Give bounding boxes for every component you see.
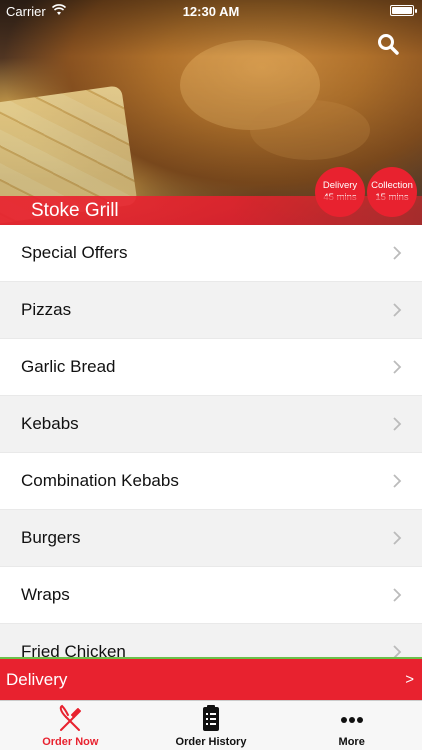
status-bar: Carrier 12:30 AM (0, 0, 422, 22)
delivery-badge-label: Delivery (322, 180, 358, 191)
chevron-right-icon (393, 303, 402, 317)
restaurant-name: Stoke Grill (31, 200, 119, 221)
tab-order-history[interactable]: Order History (141, 701, 282, 750)
tab-order-now[interactable]: Order Now (0, 701, 141, 750)
chevron-right-icon (393, 645, 402, 657)
menu-item-burgers[interactable]: Burgers (0, 510, 422, 567)
search-icon[interactable] (376, 32, 400, 56)
order-mode-bar[interactable]: Delivery > (0, 657, 422, 700)
menu-item-wraps[interactable]: Wraps (0, 567, 422, 624)
menu-item-label: Burgers (21, 528, 81, 547)
order-mode-label: Delivery (6, 669, 68, 689)
chevron-right-icon (393, 531, 402, 545)
status-time: 12:30 AM (182, 4, 240, 19)
menu-item-label: Wraps (21, 585, 70, 604)
tab-label: Order History (175, 736, 247, 748)
tab-bar: Order Now Order History More (0, 700, 422, 750)
order-mode-arrow: > (405, 671, 414, 688)
chevron-right-icon (393, 588, 402, 602)
battery-icon (390, 5, 417, 16)
tab-more[interactable]: More (281, 701, 422, 750)
menu-item-label: Pizzas (21, 300, 72, 319)
menu-item-fried-chicken[interactable]: Fried Chicken (0, 624, 422, 657)
menu-item-label: Garlic Bread (21, 357, 116, 376)
menu-category-list[interactable]: Special Offers Pizzas Garlic Bread Kebab… (0, 225, 422, 657)
menu-item-label: Fried Chicken (21, 642, 126, 657)
chevron-right-icon (393, 474, 402, 488)
menu-item-combination-kebabs[interactable]: Combination Kebabs (0, 453, 422, 510)
chevron-right-icon (393, 246, 402, 260)
chevron-right-icon (393, 417, 402, 431)
menu-item-garlic-bread[interactable]: Garlic Bread (0, 339, 422, 396)
menu-item-kebabs[interactable]: Kebabs (0, 396, 422, 453)
more-dots-icon (340, 717, 363, 723)
menu-item-special-offers[interactable]: Special Offers (0, 225, 422, 282)
menu-item-pizzas[interactable]: Pizzas (0, 282, 422, 339)
menu-item-label: Special Offers (21, 243, 128, 262)
clipboard-list-icon (203, 705, 219, 731)
collection-badge-label: Collection (371, 180, 413, 191)
menu-item-label: Kebabs (21, 414, 79, 433)
tab-label: More (338, 736, 365, 748)
tab-label: Order Now (42, 736, 99, 748)
fork-knife-icon (60, 704, 82, 731)
chevron-right-icon (393, 360, 402, 374)
restaurant-title-bar: Stoke Grill (0, 196, 422, 225)
menu-item-label: Combination Kebabs (21, 471, 179, 490)
